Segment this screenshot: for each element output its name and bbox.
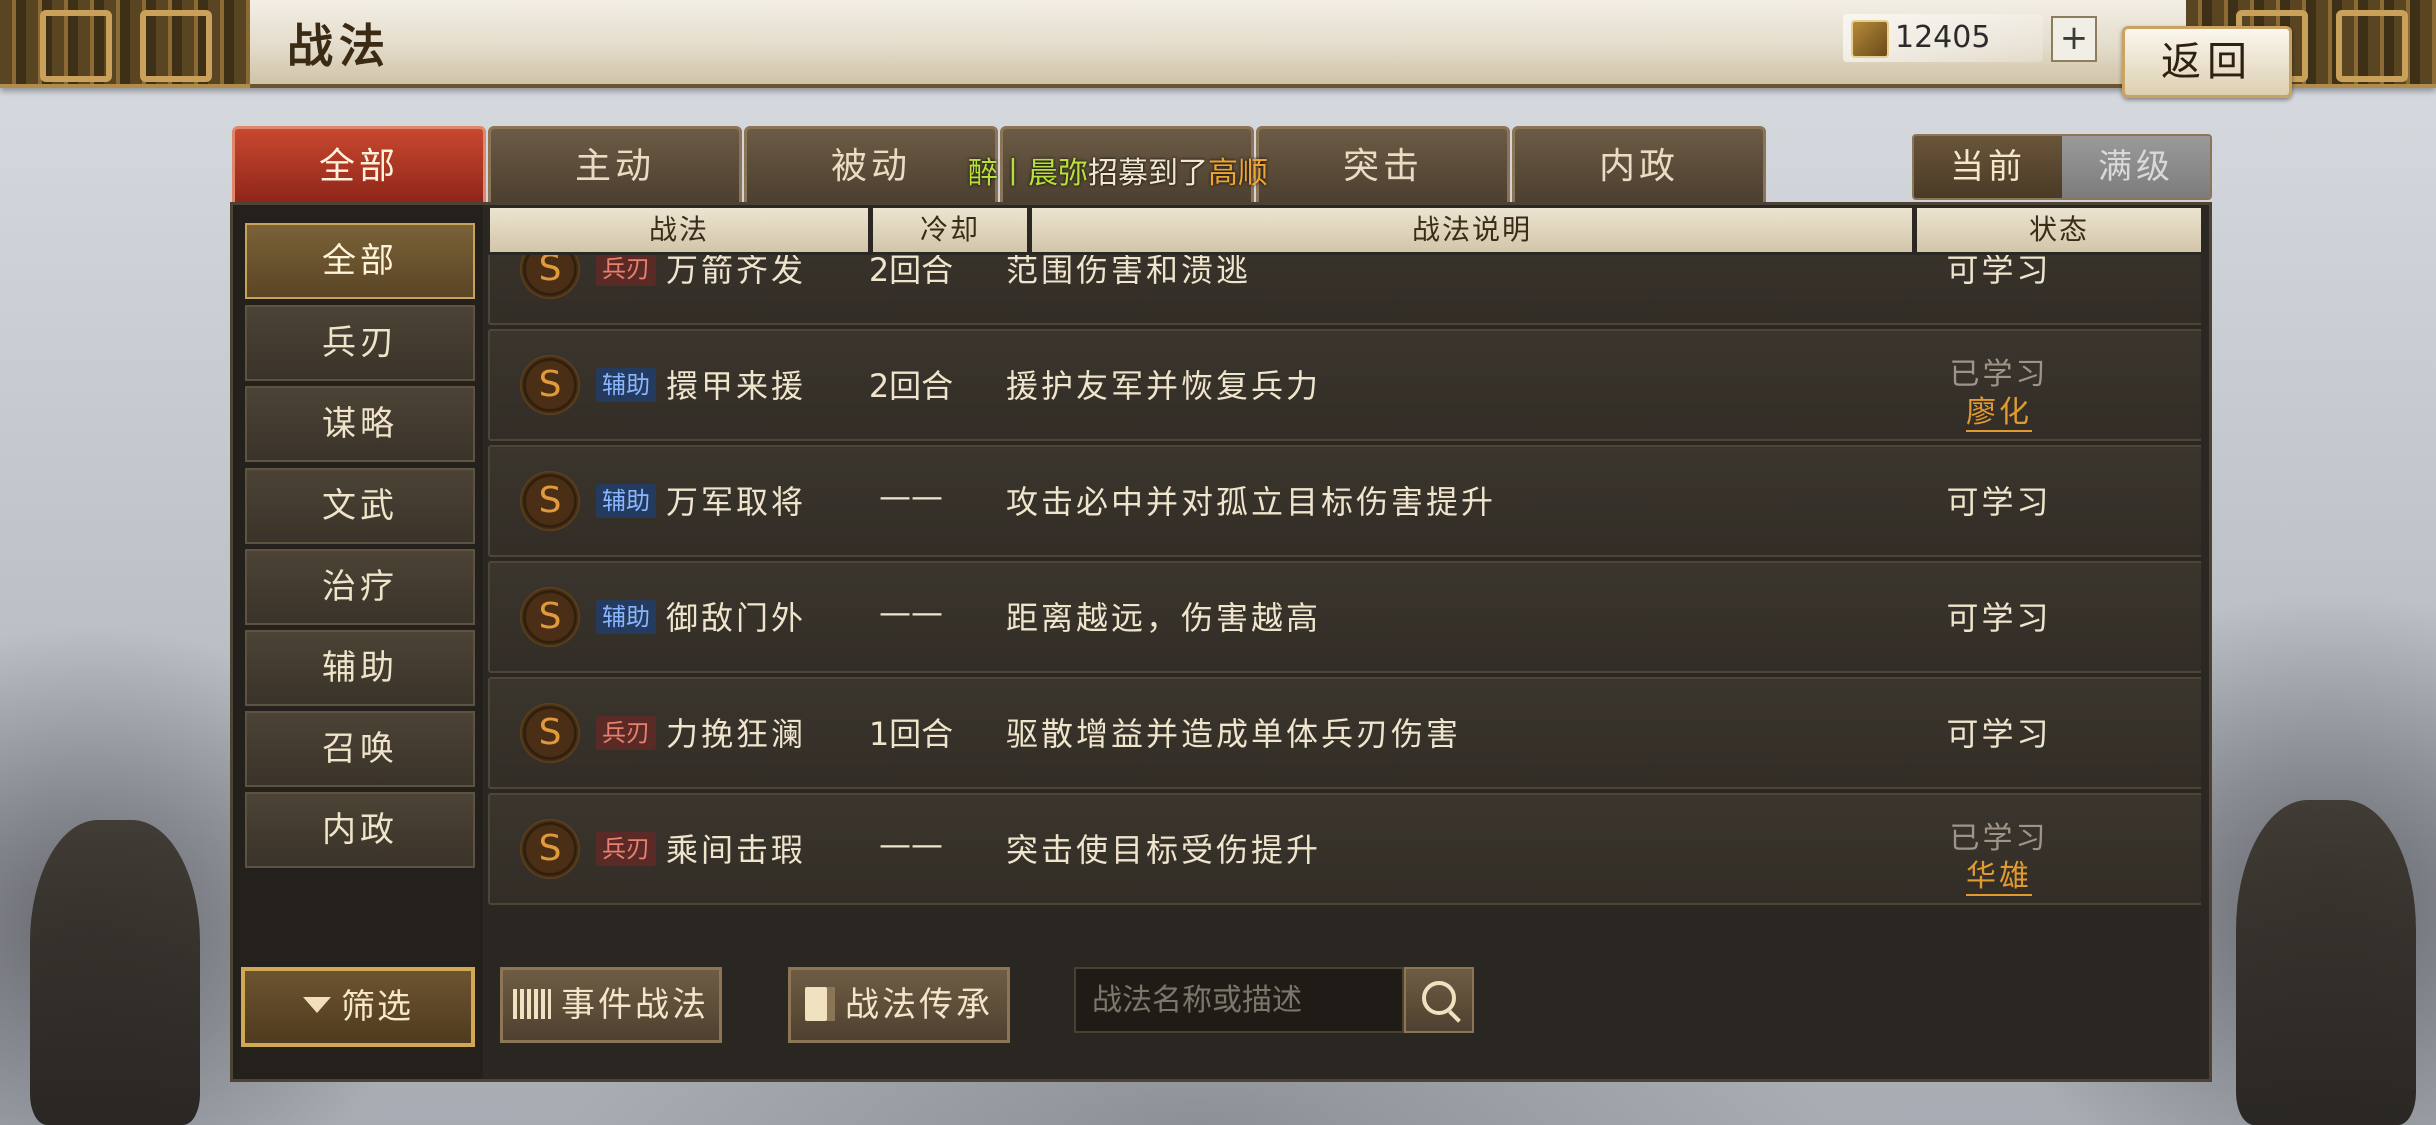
skill-status: 可学习	[1946, 715, 2052, 753]
type-tag: 辅助	[596, 484, 656, 518]
type-tag: 辅助	[596, 368, 656, 402]
back-button[interactable]: 返回	[2122, 26, 2292, 98]
learned-by-link[interactable]: 华雄	[1894, 851, 2104, 896]
tab-passive[interactable]: 被动	[744, 126, 998, 205]
table-row[interactable]: S 兵刃 力挽狂澜 1回合 驱散增益并造成单体兵刃伤害 可学习	[488, 677, 2201, 789]
broadcast-player: 醉丨晨弥	[968, 156, 1088, 191]
search-button[interactable]	[1404, 967, 1474, 1033]
type-tag: 兵刃	[596, 832, 656, 866]
main-panel: 全部 兵刃 谋略 文武 治疗 辅助 召唤 内政 筛选 战法 冷却 战法说明 状态…	[230, 202, 2212, 1082]
category-sidebar: 全部 兵刃 谋略 文武 治疗 辅助 召唤 内政 筛选	[233, 205, 483, 1079]
skill-status: 可学习	[1946, 483, 2052, 521]
skill-cooldown: ——	[879, 593, 943, 631]
filter-label: 筛选	[341, 987, 413, 1027]
skill-description: 攻击必中并对孤立目标伤害提升	[1006, 483, 1497, 521]
grade-s-icon: S	[520, 471, 580, 531]
broadcast-general: 高顺	[1208, 156, 1268, 191]
recruit-broadcast: 醉丨晨弥招募到了高顺	[968, 148, 1268, 192]
coin-icon	[1851, 20, 1889, 58]
tab-active[interactable]: 主动	[488, 126, 742, 205]
type-tag: 辅助	[596, 600, 656, 634]
soldier-right-image	[2236, 800, 2416, 1125]
skill-description: 援护友军并恢复兵力	[1006, 367, 1322, 405]
sidebar-item-all[interactable]: 全部	[245, 223, 475, 299]
skill-name: 力挽狂澜	[666, 715, 807, 753]
table-row[interactable]: S 辅助 御敌门外 —— 距离越远，伤害越高 可学习	[488, 561, 2201, 673]
skill-cooldown: 2回合	[868, 367, 954, 405]
add-currency-button[interactable]: +	[2051, 16, 2097, 62]
currency-value: 12405	[1895, 20, 1991, 55]
barcode-icon	[513, 989, 551, 1019]
grade-s-icon: S	[520, 587, 580, 647]
tab-domestic[interactable]: 内政	[1512, 126, 1766, 205]
level-toggle: 当前 满级	[1912, 134, 2212, 200]
grade-s-icon: S	[520, 819, 580, 879]
grade-s-icon: S	[520, 255, 580, 299]
skill-cooldown: 2回合	[868, 255, 954, 289]
skill-name: 万箭齐发	[666, 255, 807, 289]
skill-cooldown: 1回合	[868, 715, 954, 753]
learned-by-link[interactable]: 廖化	[1894, 387, 2104, 432]
tab-assault[interactable]: 突击	[1256, 126, 1510, 205]
skill-cooldown: ——	[879, 825, 943, 863]
skill-inherit-label: 战法传承	[845, 985, 993, 1025]
skill-status: 可学习	[1946, 255, 2052, 289]
skill-inherit-button[interactable]: 战法传承	[788, 967, 1010, 1043]
search-input[interactable]	[1074, 967, 1404, 1033]
sidebar-item-blade[interactable]: 兵刃	[245, 305, 475, 381]
currency-display: 12405	[1843, 14, 2043, 62]
header-cooldown: 冷却	[873, 208, 1027, 252]
sidebar-item-domestic[interactable]: 内政	[245, 792, 475, 868]
header-description: 战法说明	[1032, 208, 1912, 252]
skill-description: 范围伤害和溃逃	[1006, 255, 1252, 289]
skill-description: 驱散增益并造成单体兵刃伤害	[1006, 715, 1462, 753]
event-skills-button[interactable]: 事件战法	[500, 967, 722, 1043]
grade-s-icon: S	[520, 703, 580, 763]
skill-list[interactable]: S 兵刃 万箭齐发 2回合 范围伤害和溃逃 可学习 S 辅助 擐甲来援 2回合 …	[488, 255, 2201, 915]
soldier-left-image	[30, 820, 200, 1125]
learner-name: 廖化	[1966, 395, 2032, 432]
toggle-current[interactable]: 当前	[1914, 136, 2062, 198]
type-tag: 兵刃	[596, 716, 656, 750]
skill-status: 可学习	[1946, 599, 2052, 637]
sidebar-item-strategy[interactable]: 谋略	[245, 386, 475, 462]
table-row[interactable]: S 辅助 擐甲来援 2回合 援护友军并恢复兵力 已学习 廖化	[488, 329, 2201, 441]
table-row[interactable]: S 兵刃 乘间击瑕 —— 突击使目标受伤提升 已学习 华雄	[488, 793, 2201, 905]
table-row[interactable]: S 辅助 万军取将 —— 攻击必中并对孤立目标伤害提升 可学习	[488, 445, 2201, 557]
grade-s-icon: S	[520, 355, 580, 415]
table-row[interactable]: S 兵刃 万箭齐发 2回合 范围伤害和溃逃 可学习	[488, 255, 2201, 325]
ornament-left	[0, 0, 250, 88]
event-skills-label: 事件战法	[561, 985, 709, 1025]
book-icon	[805, 987, 835, 1021]
sidebar-item-summon[interactable]: 召唤	[245, 711, 475, 787]
top-header: 战法 12405 +	[0, 0, 2436, 88]
sidebar-item-healing[interactable]: 治疗	[245, 549, 475, 625]
toggle-max-level[interactable]: 满级	[2062, 136, 2210, 198]
skill-description: 突击使目标受伤提升	[1006, 831, 1322, 869]
bottom-toolbar: 事件战法 战法传承	[488, 917, 2201, 1077]
skill-description: 距离越远，伤害越高	[1006, 599, 1322, 637]
header-name: 战法	[490, 208, 868, 252]
header-status: 状态	[1917, 208, 2201, 252]
skill-name: 擐甲来援	[666, 367, 807, 405]
tab-all[interactable]: 全部	[232, 126, 486, 205]
skill-name: 万军取将	[666, 483, 807, 521]
learner-name: 华雄	[1966, 859, 2032, 896]
sidebar-item-assist[interactable]: 辅助	[245, 630, 475, 706]
broadcast-action: 招募到了	[1088, 156, 1208, 191]
skill-name: 御敌门外	[666, 599, 807, 637]
search-icon	[1422, 981, 1456, 1015]
skill-name: 乘间击瑕	[666, 831, 807, 869]
type-tag: 兵刃	[596, 255, 656, 286]
funnel-icon	[303, 997, 331, 1013]
sidebar-item-hybrid[interactable]: 文武	[245, 468, 475, 544]
filter-button[interactable]: 筛选	[241, 967, 475, 1047]
skill-cooldown: ——	[879, 477, 943, 515]
page-title: 战法	[287, 19, 391, 73]
